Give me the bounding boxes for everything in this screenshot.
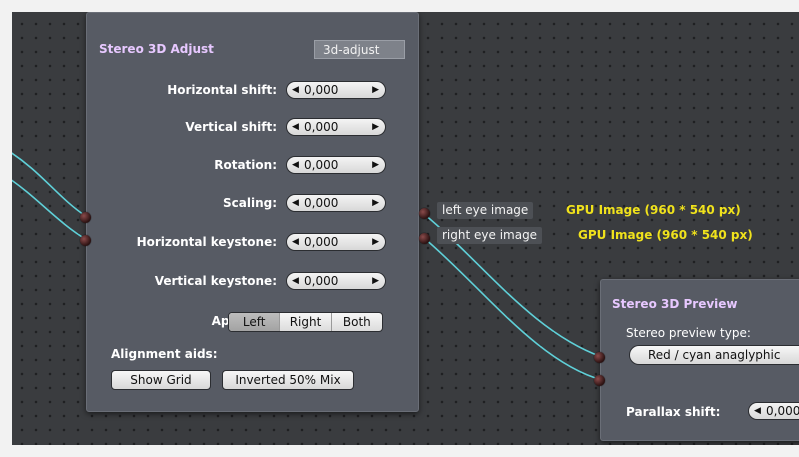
right-eye-output-port[interactable] bbox=[419, 233, 430, 244]
inverted-mix-button[interactable]: Inverted 50% Mix bbox=[222, 370, 354, 390]
rotation-label: Rotation: bbox=[214, 158, 277, 172]
parallax-shift-stepper[interactable]: ◀ 0,000 bbox=[748, 402, 799, 420]
horizontal-keystone-label: Horizontal keystone: bbox=[136, 235, 277, 249]
horizontal-keystone-value: 0,000 bbox=[304, 235, 339, 249]
apply-right-option[interactable]: Right bbox=[279, 313, 330, 331]
stereo-3d-adjust-node[interactable]: Stereo 3D Adjust 3d-adjust Horizontal sh… bbox=[86, 12, 419, 412]
horizontal-keystone-stepper[interactable]: ◀ 0,000 ▶ bbox=[286, 233, 386, 251]
increment-arrow-icon[interactable]: ▶ bbox=[372, 157, 379, 173]
vertical-keystone-label: Vertical keystone: bbox=[154, 274, 277, 288]
horizontal-shift-stepper[interactable]: ◀ 0,000 ▶ bbox=[286, 81, 386, 99]
decrement-arrow-icon[interactable]: ◀ bbox=[292, 273, 299, 289]
node-graph-canvas[interactable]: Stereo 3D Adjust 3d-adjust Horizontal sh… bbox=[12, 12, 799, 445]
scaling-value: 0,000 bbox=[304, 196, 339, 210]
decrement-arrow-icon[interactable]: ◀ bbox=[292, 195, 299, 211]
alignment-aids-label: Alignment aids: bbox=[111, 347, 218, 361]
decrement-arrow-icon[interactable]: ◀ bbox=[292, 234, 299, 250]
apply-to-segmented-control[interactable]: Left Right Both bbox=[228, 312, 383, 332]
node-title: Stereo 3D Preview bbox=[612, 297, 738, 311]
apply-both-option[interactable]: Both bbox=[330, 313, 382, 331]
horizontal-shift-label: Horizontal shift: bbox=[167, 83, 277, 97]
preview-type-dropdown[interactable]: Red / cyan anaglyphic bbox=[629, 345, 799, 365]
right-eye-output-label: right eye image bbox=[437, 227, 543, 244]
show-grid-button[interactable]: Show Grid bbox=[111, 370, 211, 390]
decrement-arrow-icon[interactable]: ◀ bbox=[292, 119, 299, 135]
rotation-value: 0,000 bbox=[304, 158, 339, 172]
parallax-shift-label: Parallax shift: bbox=[626, 405, 721, 419]
increment-arrow-icon[interactable]: ▶ bbox=[372, 234, 379, 250]
left-eye-output-label: left eye image bbox=[437, 202, 534, 219]
parallax-shift-value: 0,000 bbox=[766, 404, 799, 418]
left-eye-output-type: GPU Image (960 * 540 px) bbox=[566, 203, 741, 217]
horizontal-shift-value: 0,000 bbox=[304, 83, 339, 97]
increment-arrow-icon[interactable]: ▶ bbox=[372, 82, 379, 98]
vertical-keystone-value: 0,000 bbox=[304, 274, 339, 288]
wire-right-eye bbox=[423, 237, 603, 381]
scaling-label: Scaling: bbox=[222, 196, 277, 210]
node-title: Stereo 3D Adjust bbox=[99, 42, 214, 56]
decrement-arrow-icon[interactable]: ◀ bbox=[292, 157, 299, 173]
input-port[interactable] bbox=[80, 235, 91, 246]
stereo-3d-preview-node[interactable]: Stereo 3D Preview Stereo preview type: R… bbox=[600, 279, 799, 441]
preview-input-port[interactable] bbox=[594, 352, 605, 363]
increment-arrow-icon[interactable]: ▶ bbox=[372, 119, 379, 135]
decrement-arrow-icon[interactable]: ◀ bbox=[292, 82, 299, 98]
preview-type-label: Stereo preview type: bbox=[626, 326, 751, 340]
preview-input-port[interactable] bbox=[594, 375, 605, 386]
scaling-stepper[interactable]: ◀ 0,000 ▶ bbox=[286, 194, 386, 212]
node-id-field[interactable]: 3d-adjust bbox=[314, 40, 405, 59]
left-eye-output-port[interactable] bbox=[419, 208, 430, 219]
vertical-keystone-stepper[interactable]: ◀ 0,000 ▶ bbox=[286, 272, 386, 290]
increment-arrow-icon[interactable]: ▶ bbox=[372, 273, 379, 289]
increment-arrow-icon[interactable]: ▶ bbox=[372, 195, 379, 211]
apply-left-option[interactable]: Left bbox=[229, 313, 280, 331]
vertical-shift-label: Vertical shift: bbox=[185, 120, 277, 134]
rotation-stepper[interactable]: ◀ 0,000 ▶ bbox=[286, 156, 386, 174]
vertical-shift-value: 0,000 bbox=[304, 120, 339, 134]
input-port[interactable] bbox=[80, 212, 91, 223]
decrement-arrow-icon[interactable]: ◀ bbox=[754, 403, 761, 419]
wire-left-in-1 bbox=[12, 152, 88, 218]
vertical-shift-stepper[interactable]: ◀ 0,000 ▶ bbox=[286, 118, 386, 136]
right-eye-output-type: GPU Image (960 * 540 px) bbox=[578, 228, 753, 242]
